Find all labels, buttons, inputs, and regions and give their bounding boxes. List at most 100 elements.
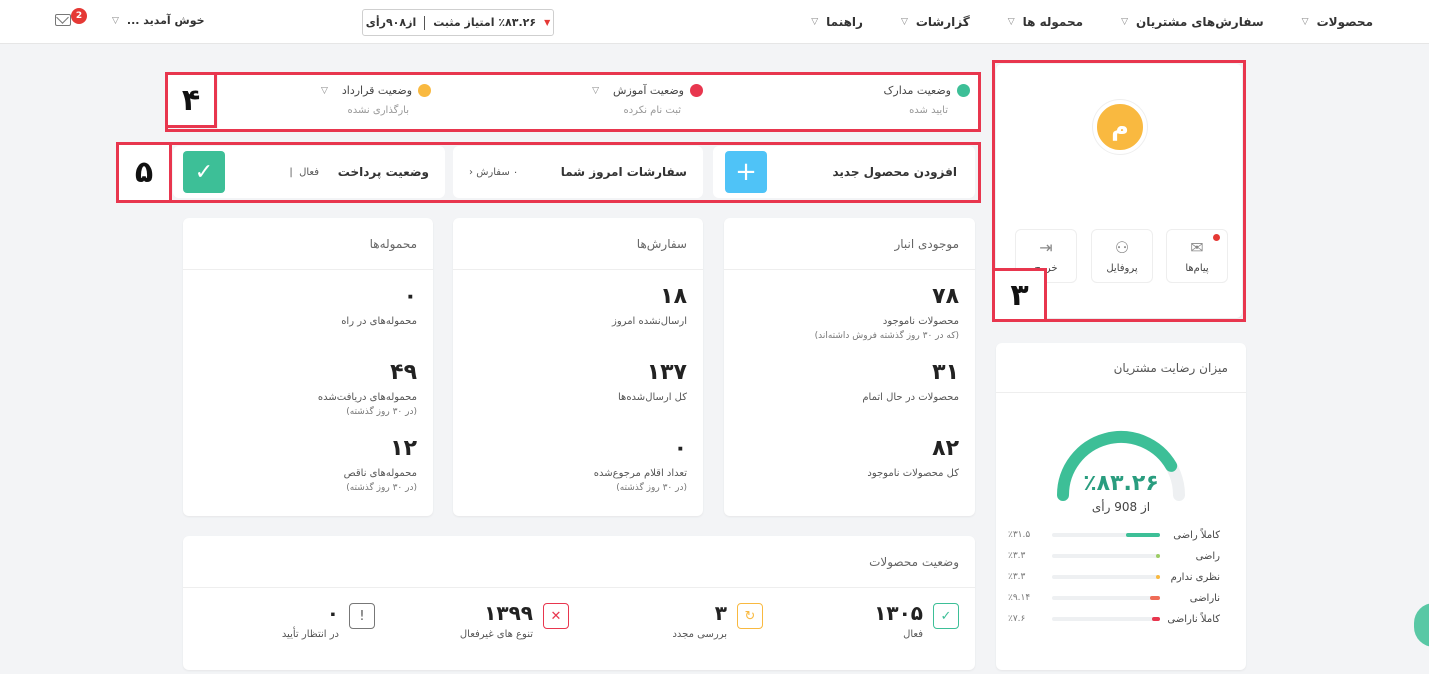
nav-products[interactable]: محصولات ▽ xyxy=(1302,15,1373,29)
row-pct: ٪۳.۳ xyxy=(1008,551,1026,561)
stat-value: ۱۳۰۵ xyxy=(874,601,923,625)
gauge-percent: ٪۸۳.۲۶ xyxy=(1083,471,1159,496)
check-icon: ✓ xyxy=(183,151,225,193)
product-stat-inactive[interactable]: ✕ ۱۳۹۹ تنوع های غیرفعال xyxy=(460,603,569,640)
payment-status-value: فعال xyxy=(299,166,319,178)
stat-label: محصولات در حال اتمام xyxy=(862,392,959,403)
stat-returned-items[interactable]: ۰ تعداد اقلام مرجوع‌شده (در ۳۰ روز گذشته… xyxy=(593,436,687,494)
row-track xyxy=(1052,617,1160,621)
welcome-text: خوش آمدید ... xyxy=(126,14,205,27)
today-orders-label: سفارشات امروز شما xyxy=(560,165,687,179)
stat-incomplete[interactable]: ۱۲ محموله‌های ناقص (در ۳۰ روز گذشته) xyxy=(344,438,417,494)
product-stat-active[interactable]: ✓ ۱۳۰۵ فعال xyxy=(874,603,959,640)
product-stat-review[interactable]: ↻ ۳ بررسی مجدد xyxy=(672,603,763,640)
sat-row-dissatisfied: ناراضی ٪۹.۱۴ xyxy=(1008,588,1220,608)
row-fill xyxy=(1126,533,1160,537)
stat-label: کل ارسال‌شده‌ها xyxy=(618,392,687,403)
chevron-down-icon: ▽ xyxy=(1121,17,1128,27)
stat-value: ۰ xyxy=(403,284,417,309)
nav-help[interactable]: راهنما ▽ xyxy=(811,15,863,29)
payment-status-value-wrap: فعال | xyxy=(289,166,319,178)
card-title: میزان رضایت مشتریان xyxy=(996,343,1246,393)
row-label: کاملاً ناراضی xyxy=(1167,613,1220,625)
today-orders-card[interactable]: سفارشات امروز شما ۰ سفارش ‹ xyxy=(453,146,703,198)
row-pct: ٪۷.۶ xyxy=(1008,614,1026,624)
stat-value: ۳۱ xyxy=(932,360,959,385)
stat-total-sent[interactable]: ۱۳۷ کل ارسال‌شده‌ها xyxy=(618,362,687,404)
annotation-label-4: ۴ xyxy=(165,72,217,128)
check-icon: ✓ xyxy=(933,603,959,629)
row-label: ناراضی xyxy=(1189,592,1220,604)
stat-label: ارسال‌نشده امروز xyxy=(612,316,687,327)
annotation-label-3: ۳ xyxy=(992,268,1047,322)
status-dot-red xyxy=(690,84,703,97)
exclamation-icon: ! xyxy=(349,603,375,629)
nav-label: گزارشات xyxy=(915,15,970,29)
sat-row-very-dissatisfied: کاملاً ناراضی ٪۷.۶ xyxy=(1008,609,1220,629)
nav-label: سفارش‌های مشتریان xyxy=(1135,15,1264,29)
stat-total-out-of-stock[interactable]: ۸۲ کل محصولات ناموجود xyxy=(867,436,959,480)
stat-label: تعداد اقلام مرجوع‌شده xyxy=(593,468,687,479)
card-title: موجودی انبار xyxy=(724,218,975,270)
nav-shipments[interactable]: محموله ها ▽ xyxy=(1008,15,1083,29)
avatar[interactable]: م xyxy=(1093,100,1147,154)
stat-note: (که در ۳۰ روز گذشته فروش داشته‌اند) xyxy=(814,331,959,341)
mail-icon[interactable] xyxy=(55,14,71,26)
stat-note: (در ۳۰ روز گذشته) xyxy=(346,407,417,417)
stat-received[interactable]: ۴۹ محموله‌های دریافت‌شده (در ۳۰ روز گذشت… xyxy=(317,362,417,418)
sat-row-neutral: نظری ندارم ٪۳.۳ xyxy=(1008,567,1220,587)
stat-value: ۰ xyxy=(673,436,687,461)
orders-card: سفارش‌ها ۱۸ ارسال‌نشده امروز ۱۳۷ کل ارسا… xyxy=(453,218,703,516)
sat-row-satisfied: راضی ٪۳.۳ xyxy=(1008,546,1220,566)
status-training[interactable]: وضعیت آموزش ▽ ثبت نام نکرده xyxy=(453,84,703,116)
status-value: ثبت نام نکرده xyxy=(623,105,681,116)
profile-button[interactable]: ⚇ پروفایل xyxy=(1091,229,1153,283)
stat-unsent-today[interactable]: ۱۸ ارسال‌نشده امروز xyxy=(612,284,687,328)
row-fill xyxy=(1156,554,1160,558)
nav-reports[interactable]: گزارشات ▽ xyxy=(901,15,970,29)
nav-label: راهنما xyxy=(826,15,863,29)
sat-row-very-satisfied: کاملاً راضی ٪۳۱.۵ xyxy=(1008,525,1220,545)
stat-note: (در ۳۰ روز گذشته) xyxy=(616,483,687,493)
support-chat-button[interactable] xyxy=(1414,603,1429,647)
row-track xyxy=(1052,575,1160,579)
stat-label: محموله‌های دریافت‌شده xyxy=(317,392,417,403)
chevron-down-icon: ▽ xyxy=(1301,17,1309,27)
card-title: محموله‌ها xyxy=(183,218,433,270)
stat-out-of-stock[interactable]: ۷۸ محصولات ناموجود (که در ۳۰ روز گذشته ف… xyxy=(814,286,959,342)
shipments-card: محموله‌ها ۰ محموله‌های در راه ۴۹ محموله‌… xyxy=(183,218,433,516)
card-title: وضعیت محصولات xyxy=(183,536,975,588)
stat-value: ۱۳۹۹ xyxy=(484,601,533,625)
user-icon: ⚇ xyxy=(1114,238,1130,257)
chevron-down-icon: ▽ xyxy=(900,17,908,27)
stat-in-transit[interactable]: ۰ محموله‌های در راه xyxy=(341,284,417,328)
button-label: پیام‌ها xyxy=(1185,263,1209,274)
logout-icon: ⇥ xyxy=(1039,238,1053,257)
satisfaction-card: میزان رضایت مشتریان ٪۸۳.۲۶ از 908 رأی کا… xyxy=(996,343,1246,670)
today-orders-link[interactable]: ۰ سفارش ‹ xyxy=(469,167,518,178)
nav-customer-orders[interactable]: سفارش‌های مشتریان ▽ xyxy=(1121,15,1264,29)
inventory-card: موجودی انبار ۷۸ محصولات ناموجود (که در ۳… xyxy=(724,218,975,516)
plus-icon[interactable]: + xyxy=(725,151,767,193)
chevron-down-icon: ▽ xyxy=(320,85,328,96)
status-dot-green xyxy=(957,84,970,97)
stat-label: بررسی مجدد xyxy=(672,629,727,640)
add-product-card[interactable]: افزودن محصول جدید + xyxy=(713,146,975,198)
stat-running-low[interactable]: ۳۱ محصولات در حال اتمام xyxy=(862,360,959,404)
row-track xyxy=(1052,533,1160,537)
chevron-down-icon: ▽ xyxy=(592,85,600,96)
row-label: نظری ندارم xyxy=(1170,571,1220,583)
row-fill xyxy=(1150,596,1160,600)
product-stat-pending[interactable]: ! ۰ در انتظار تأیید xyxy=(282,603,375,640)
stat-value: ۸۲ xyxy=(932,436,959,461)
gauge-votes: از 908 رأی xyxy=(1091,500,1151,514)
user-menu[interactable]: خوش آمدید ... ▽ xyxy=(112,14,205,27)
status-value: تایید شده xyxy=(909,105,948,116)
top-navbar: محصولات ▽ سفارش‌های مشتریان ▽ محموله ها ▽ گ… xyxy=(0,0,1429,44)
stat-value: ۰ xyxy=(326,601,339,625)
rating-summary[interactable]: ▼ ٪۸۳.۲۶ امتیاز مثبت از۹۰۸رأی xyxy=(362,9,554,36)
status-label: وضعیت آموزش xyxy=(613,84,684,97)
status-docs: وضعیت مدارک تایید شده xyxy=(720,84,970,116)
stat-value: ۱۸ xyxy=(660,284,687,309)
status-contract[interactable]: وضعیت قرارداد ▽ بارگذاری نشده xyxy=(226,84,431,116)
